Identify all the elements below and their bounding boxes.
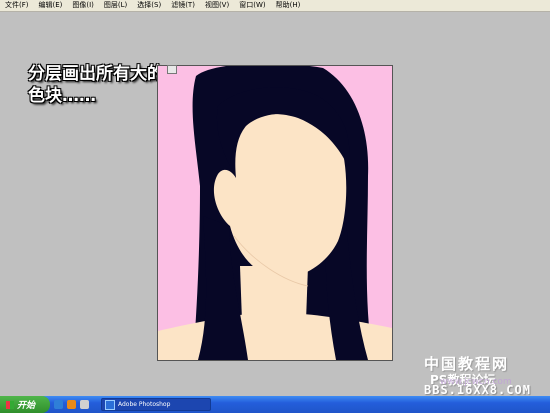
watermark: 中国教程网 PS教程论坛 www.jcwcn.com BBS.16XX8.COM: [418, 353, 550, 397]
photoshop-icon: [105, 399, 115, 410]
menu-window[interactable]: 窗口(W): [234, 0, 270, 11]
window-resize-handle[interactable]: [167, 65, 177, 74]
menu-select[interactable]: 选择(S): [132, 0, 166, 11]
media-icon[interactable]: [67, 400, 76, 409]
start-button[interactable]: 开始: [0, 396, 50, 413]
menu-image[interactable]: 图像(I): [67, 0, 99, 11]
ie-icon[interactable]: [54, 400, 63, 409]
taskbar: 开始 Adobe Photoshop: [0, 396, 550, 413]
start-label: 开始: [17, 401, 36, 411]
menu-layer[interactable]: 图层(L): [99, 0, 132, 11]
watermark-bbs: BBS.16XX8.COM: [424, 383, 531, 397]
tutorial-caption: 分层画出所有大的 色块……: [28, 63, 164, 107]
taskbar-photoshop-button[interactable]: Adobe Photoshop: [101, 398, 211, 411]
menu-view[interactable]: 视图(V): [200, 0, 234, 11]
menu-filter[interactable]: 滤镜(T): [166, 0, 200, 11]
caption-line-2: 色块……: [28, 86, 96, 106]
menu-edit[interactable]: 编辑(E): [34, 0, 68, 11]
windows-flag-icon: [6, 400, 14, 409]
folder-icon[interactable]: [80, 400, 89, 409]
task-label: Adobe Photoshop: [118, 401, 171, 408]
menu-bar: 文件(F) 编辑(E) 图像(I) 图层(L) 选择(S) 滤镜(T) 视图(V…: [0, 0, 550, 12]
portrait-illustration: [158, 66, 392, 360]
document-canvas[interactable]: [157, 65, 393, 361]
menu-help[interactable]: 帮助(H): [271, 0, 306, 11]
caption-line-1: 分层画出所有大的: [28, 64, 164, 84]
menu-file[interactable]: 文件(F): [0, 0, 34, 11]
